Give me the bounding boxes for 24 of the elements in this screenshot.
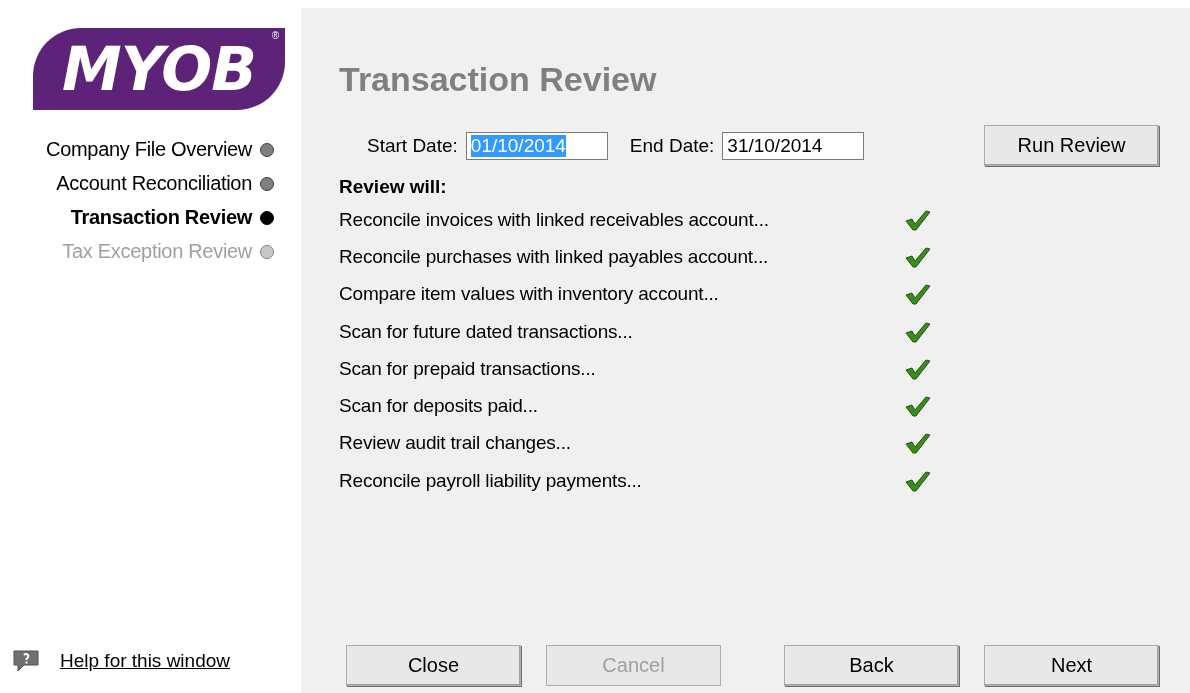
step-label: Account Reconciliation [56, 172, 252, 195]
review-item: Reconcile purchases with linked payables account... [339, 245, 770, 268]
step-label: Transaction Review [70, 206, 252, 229]
run-review-button[interactable]: Run Review [984, 125, 1159, 166]
step-label: Tax Exception Review [62, 240, 252, 263]
dialog-button[interactable]: Next [984, 645, 1159, 686]
dialog-button[interactable]: Back [784, 645, 959, 686]
end-date-label: End Date: [629, 134, 715, 157]
dialog-button[interactable]: Close [346, 645, 521, 686]
review-item: Scan for prepaid transactions... [339, 357, 597, 380]
review-item: Review audit trail changes... [339, 432, 572, 455]
help-link[interactable]: Help for this window [60, 650, 231, 672]
review-item: Scan for future dated transactions... [339, 320, 634, 343]
end-date-field[interactable]: 31/10/2014 [722, 131, 865, 160]
page-title: Transaction Review [339, 60, 658, 99]
review-item: Reconcile payroll liability payments... [339, 469, 643, 492]
review-item: Reconcile invoices with linked receivables account... [339, 208, 770, 231]
start-date-label: Start Date: [367, 134, 458, 157]
step-label: Company File Overview [46, 138, 252, 161]
review-item: Scan for deposits paid... [339, 395, 539, 418]
logo: MYOB ® [33, 28, 285, 110]
help-icon [12, 649, 42, 673]
review-heading: Review will: [339, 176, 448, 198]
review-item: Compare item values with inventory account... [339, 283, 720, 306]
